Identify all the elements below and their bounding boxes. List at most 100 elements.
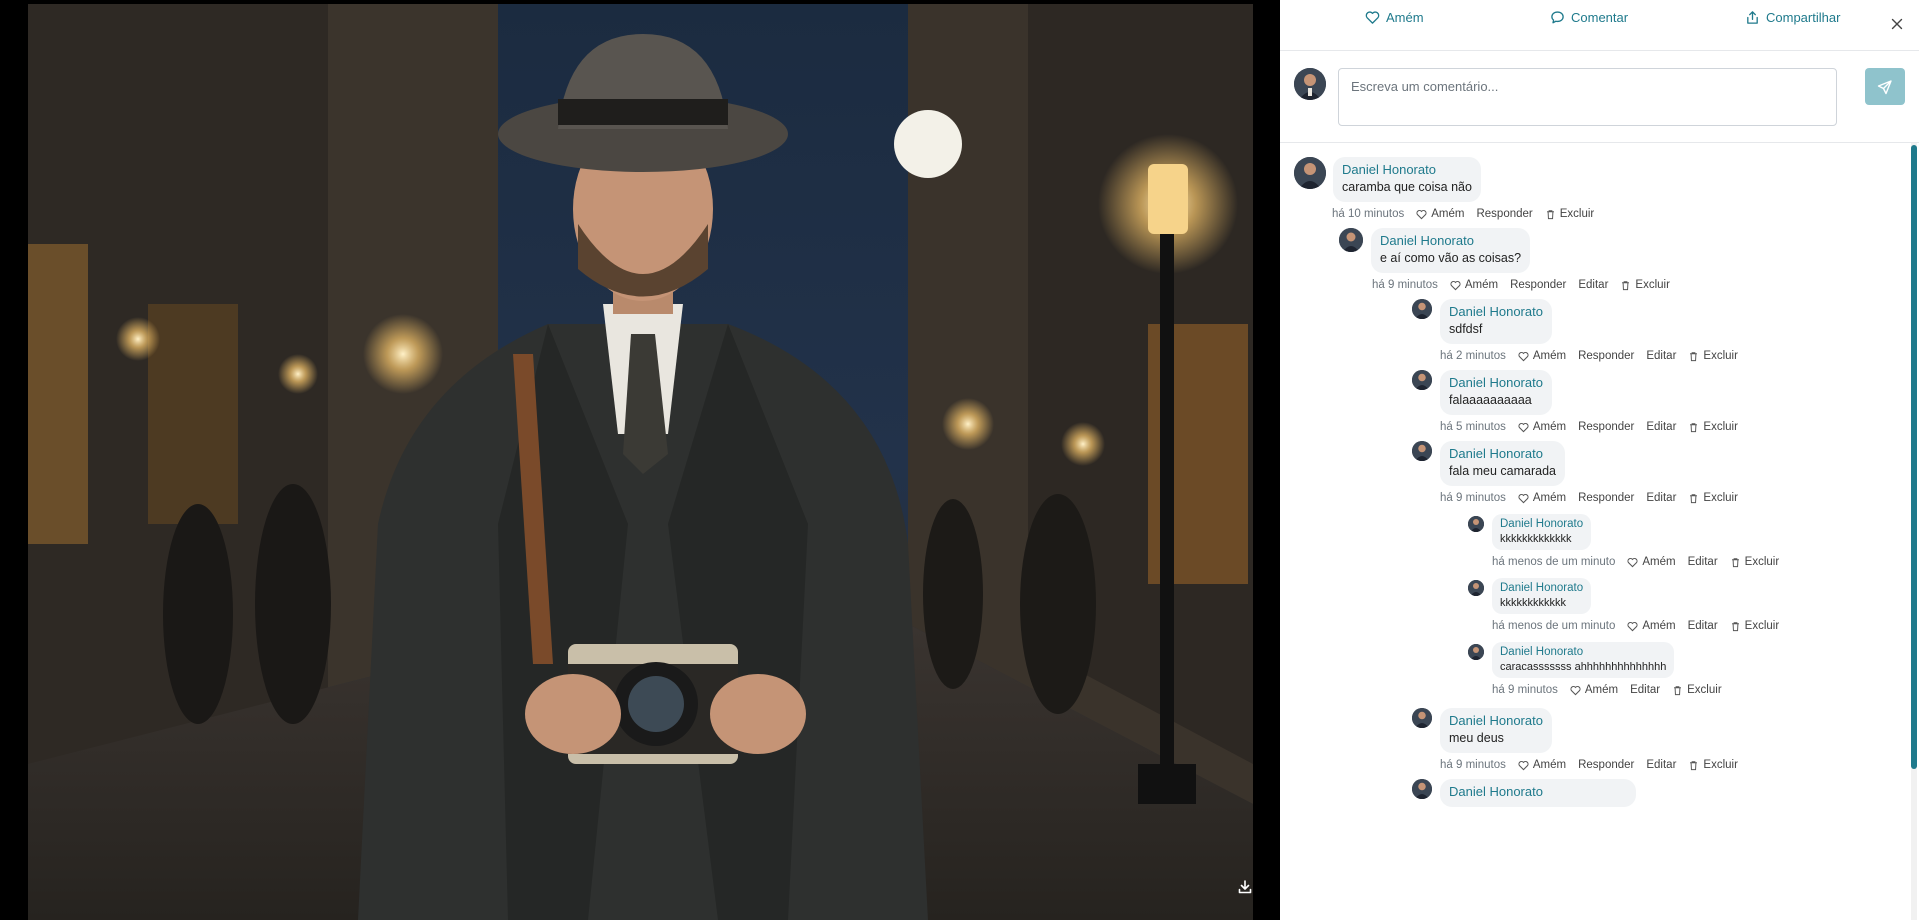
comment-meta: há 9 minutos Amém Editar Excluir: [1492, 684, 1919, 696]
comment-action-button[interactable]: Comentar: [1550, 0, 1745, 35]
comment-composer: [1280, 51, 1919, 143]
comment-author-link[interactable]: Daniel Honorato: [1449, 375, 1543, 391]
heart-icon: [1627, 621, 1638, 631]
comment-author-link[interactable]: Daniel Honorato: [1449, 304, 1543, 320]
comment-scrollbar[interactable]: [1911, 143, 1917, 920]
comment-author-link[interactable]: Daniel Honorato: [1449, 784, 1627, 800]
comment-item: Daniel Honorato caramba que coisa não há…: [1280, 157, 1919, 220]
delete-button[interactable]: Excluir: [1688, 421, 1738, 433]
edit-button[interactable]: Editar: [1688, 556, 1718, 568]
delete-button[interactable]: Excluir: [1545, 208, 1594, 220]
comment-action-label: Comentar: [1571, 9, 1629, 25]
comment-time: há 9 minutos: [1440, 759, 1506, 771]
comment-author-link[interactable]: Daniel Honorato: [1380, 233, 1521, 249]
comment-thread: Daniel Honorato caramba que coisa não há…: [1280, 143, 1919, 920]
amen-action-button[interactable]: Amém: [1365, 0, 1550, 35]
comment-header: Daniel Honorato kkkkkkkkkkkk: [1468, 578, 1919, 614]
trash-icon: [1622, 280, 1630, 290]
comment-bubble: Daniel Honorato e aí como vão as coisas?: [1371, 228, 1531, 273]
amen-button[interactable]: Amém: [1627, 620, 1676, 632]
close-icon: [1891, 18, 1903, 30]
comment-text: e aí como vão as coisas?: [1380, 251, 1522, 265]
download-button[interactable]: [1232, 874, 1258, 900]
amen-button[interactable]: Amém: [1518, 492, 1566, 504]
comment-header: Daniel Honorato falaaaaaaaaaa: [1412, 370, 1919, 415]
reply-button[interactable]: Responder: [1578, 350, 1634, 362]
delete-button[interactable]: Excluir: [1672, 684, 1722, 696]
comment-author-link[interactable]: Daniel Honorato: [1449, 713, 1543, 729]
reply-button[interactable]: Responder: [1578, 421, 1634, 433]
photo-viewer: [0, 0, 1280, 920]
delete-button[interactable]: Excluir: [1688, 759, 1738, 771]
reply-button[interactable]: Responder: [1510, 279, 1566, 291]
comment-time: há 2 minutos: [1440, 350, 1506, 362]
amen-button[interactable]: Amém: [1570, 684, 1618, 696]
amen-button[interactable]: Amém: [1627, 556, 1676, 568]
comment-author-link[interactable]: Daniel Honorato: [1342, 162, 1472, 178]
avatar: [1468, 580, 1484, 596]
amen-label: Amém: [1464, 279, 1499, 291]
edit-button[interactable]: Editar: [1688, 620, 1718, 632]
reply-button[interactable]: Responder: [1578, 759, 1634, 771]
delete-button[interactable]: Excluir: [1620, 279, 1670, 291]
avatar: [1412, 779, 1432, 799]
comment-author-link[interactable]: Daniel Honorato: [1500, 581, 1583, 595]
delete-label: Excluir: [1703, 492, 1738, 504]
comment-bubble-icon: [1551, 10, 1564, 23]
heart-icon: [1518, 351, 1529, 361]
trash-icon: [1690, 493, 1698, 503]
comment-item: Daniel Honorato kkkkkkkkkkkkk há menos d…: [1280, 514, 1919, 568]
comment-meta: há 10 minutos Amém Responder Excluir: [1332, 208, 1919, 220]
send-comment-button[interactable]: [1865, 68, 1905, 105]
reply-button[interactable]: Responder: [1476, 208, 1532, 220]
delete-button[interactable]: Excluir: [1688, 492, 1738, 504]
reply-button[interactable]: Responder: [1578, 492, 1634, 504]
comment-author-link[interactable]: Daniel Honorato: [1500, 517, 1583, 531]
comment-item: Daniel Honorato: [1280, 779, 1919, 807]
comment-bubble: Daniel Honorato meu deus: [1440, 708, 1552, 753]
edit-button[interactable]: Editar: [1630, 684, 1660, 696]
edit-button[interactable]: Editar: [1646, 421, 1676, 433]
amen-button[interactable]: Amém: [1416, 208, 1464, 220]
heart-icon: [1627, 557, 1638, 567]
comment-input[interactable]: [1338, 68, 1838, 126]
trash-icon: [1690, 422, 1698, 432]
comment-header: Daniel Honorato sdfdsf: [1412, 299, 1919, 344]
edit-button[interactable]: Editar: [1578, 279, 1608, 291]
amen-button[interactable]: Amém: [1450, 279, 1498, 291]
comment-bubble: Daniel Honorato fala meu camarada: [1440, 441, 1566, 486]
amen-button[interactable]: Amém: [1518, 759, 1566, 771]
comment-item: Daniel Honorato caracasssssss ahhhhhhhhh…: [1280, 642, 1919, 696]
comments-panel: Amém Comentar Compartilhar Escreva um co…: [1280, 0, 1919, 920]
amen-button[interactable]: Amém: [1518, 421, 1566, 433]
comment-scrollbar-thumb[interactable]: [1911, 145, 1917, 769]
comment-author-link[interactable]: Daniel Honorato: [1500, 645, 1666, 659]
edit-button[interactable]: Editar: [1646, 759, 1676, 771]
close-button[interactable]: [1887, 14, 1907, 34]
comment-meta: há menos de um minuto Amém Editar Exclui…: [1492, 620, 1919, 632]
download-icon: [1238, 880, 1252, 894]
comment-meta: há 9 minutos Amém Responder Editar Exclu…: [1440, 492, 1919, 504]
comment-header: Daniel Honorato caramba que coisa não: [1294, 157, 1919, 202]
edit-button[interactable]: Editar: [1646, 492, 1676, 504]
share-icon: [1747, 10, 1758, 24]
comment-meta: há 2 minutos Amém Responder Editar Exclu…: [1440, 350, 1919, 362]
edit-button[interactable]: Editar: [1646, 350, 1676, 362]
comment-time: há menos de um minuto: [1492, 556, 1616, 568]
comment-header: Daniel Honorato meu deus: [1412, 708, 1919, 753]
delete-button[interactable]: Excluir: [1688, 350, 1738, 362]
amen-button[interactable]: Amém: [1518, 350, 1566, 362]
heart-icon: [1450, 280, 1461, 290]
delete-label: Excluir: [1744, 556, 1780, 568]
comment-header: Daniel Honorato caracasssssss ahhhhhhhhh…: [1468, 642, 1919, 678]
comment-text: kkkkkkkkkkkkk: [1500, 533, 1572, 545]
amen-label: Amém: [1642, 620, 1676, 632]
delete-button[interactable]: Excluir: [1730, 556, 1780, 568]
comment-bubble: Daniel Honorato caracasssssss ahhhhhhhhh…: [1492, 642, 1675, 678]
comment-author-link[interactable]: Daniel Honorato: [1449, 446, 1556, 462]
photo-illustration: [28, 4, 1253, 920]
delete-button[interactable]: Excluir: [1730, 620, 1779, 632]
avatar: [1412, 708, 1432, 728]
share-action-button[interactable]: Compartilhar: [1745, 0, 1840, 35]
comment-item: Daniel Honorato falaaaaaaaaaa há 5 minut…: [1280, 370, 1919, 433]
